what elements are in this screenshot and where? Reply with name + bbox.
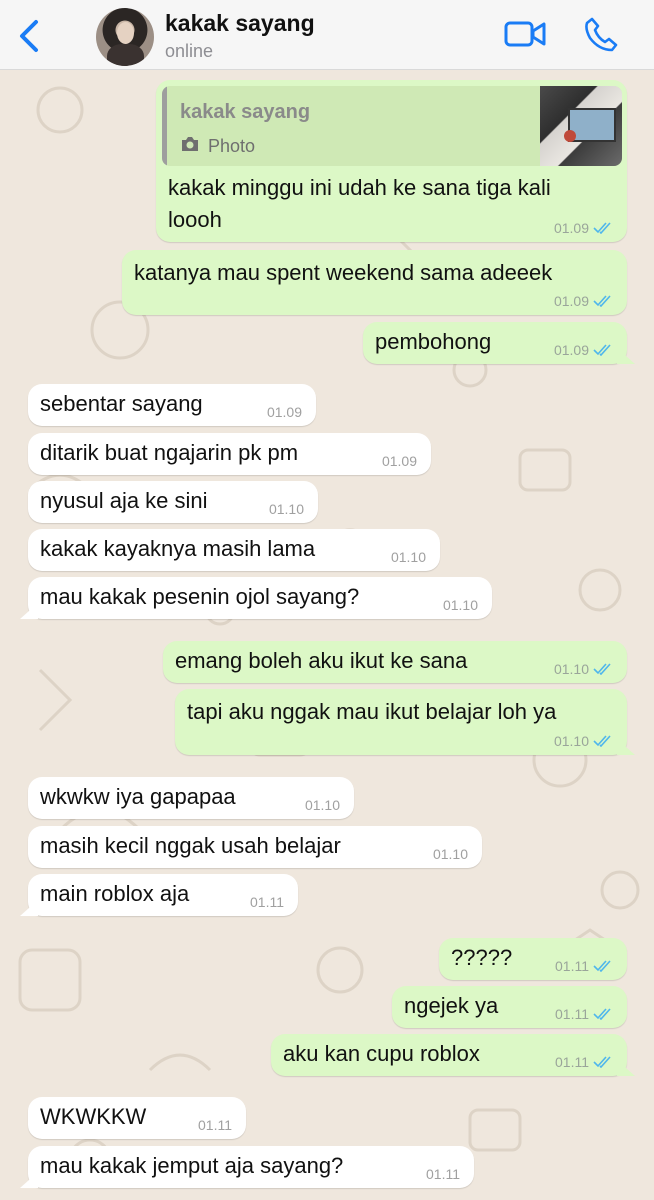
message-text: ditarik buat ngajarin pk pm	[40, 440, 299, 465]
message-bubble-incoming[interactable]: main roblox aja 01.11	[28, 874, 298, 916]
message-meta: 01.09	[554, 220, 613, 236]
message-time: 01.10	[268, 501, 304, 517]
message-meta: 01.10	[391, 549, 426, 565]
message-bubble-outgoing[interactable]: ????? 01.11	[439, 938, 627, 980]
message-bubble-outgoing[interactable]: pembohong 01.09	[363, 322, 627, 364]
contact-status: online	[165, 41, 214, 61]
message-meta: 01.10	[433, 846, 468, 862]
message-text-line2: loooh	[168, 207, 222, 232]
read-ticks-icon	[593, 344, 611, 356]
message-meta: 01.09	[267, 404, 302, 420]
message-meta: 01.11	[426, 1166, 460, 1182]
message-meta: 01.10	[305, 797, 340, 813]
message-text: nyusul aja ke sini	[40, 488, 208, 513]
message-text: WKWKKW	[40, 1104, 147, 1129]
read-ticks-icon	[593, 1008, 611, 1020]
message-time: 01.11	[555, 1054, 589, 1070]
quoted-type-label: Photo	[208, 136, 256, 156]
message-bubble-incoming[interactable]: mau kakak pesenin ojol sayang? 01.10	[28, 577, 492, 619]
message-time: 01.09	[266, 404, 302, 420]
message-meta: 01.09	[554, 342, 613, 358]
message-text: pembohong	[375, 329, 492, 354]
message-bubble-incoming[interactable]: masih kecil nggak usah belajar 01.10	[28, 826, 482, 868]
read-ticks-icon	[593, 295, 611, 307]
message-text: katanya mau spent weekend sama adeeek	[134, 260, 553, 285]
message-bubble-outgoing[interactable]: emang boleh aku ikut ke sana 01.10	[163, 641, 627, 683]
message-meta: 01.11	[198, 1117, 232, 1133]
message-meta: 01.10	[554, 661, 613, 677]
message-time: 01.11	[555, 958, 589, 974]
message-time: 01.10	[553, 733, 589, 749]
message-text: ngejek ya	[404, 993, 499, 1018]
message-time: 01.11	[250, 894, 284, 910]
quoted-type: Photo	[180, 130, 255, 162]
quoted-photo-thumbnail	[540, 86, 622, 166]
message-text: mau kakak pesenin ojol sayang?	[40, 584, 360, 609]
message-meta: 01.10	[269, 501, 304, 517]
phone-call-icon[interactable]	[584, 16, 618, 52]
message-text: mau kakak jemput aja sayang?	[40, 1153, 344, 1178]
message-meta: 01.09	[382, 453, 417, 469]
message-time: 01.11	[198, 1117, 232, 1133]
message-time: 01.10	[442, 597, 478, 613]
message-text: masih kecil nggak usah belajar	[40, 833, 341, 858]
back-chevron-icon[interactable]	[16, 18, 46, 54]
quoted-message[interactable]: kakak sayang Photo	[162, 86, 622, 166]
message-meta: 01.09	[554, 293, 613, 309]
message-text: aku kan cupu roblox	[283, 1041, 480, 1066]
message-bubble-incoming[interactable]: ditarik buat ngajarin pk pm 01.09	[28, 433, 431, 475]
message-meta: 01.11	[555, 1006, 613, 1022]
read-ticks-icon	[593, 735, 611, 747]
message-bubble-incoming[interactable]: wkwkw iya gapapaa 01.10	[28, 777, 354, 819]
message-bubble-incoming[interactable]: WKWKKW 01.11	[28, 1097, 246, 1139]
read-ticks-icon	[593, 960, 611, 972]
message-bubble-incoming[interactable]: sebentar sayang 01.09	[28, 384, 316, 426]
message-text: emang boleh aku ikut ke sana	[175, 648, 468, 673]
message-bubble-incoming[interactable]: nyusul aja ke sini 01.10	[28, 481, 318, 523]
message-text: ?????	[451, 945, 513, 970]
message-meta: 01.11	[250, 894, 284, 910]
message-text: main roblox aja	[40, 881, 190, 906]
message-text: sebentar sayang	[40, 391, 203, 416]
message-time: 01.10	[432, 846, 468, 862]
message-time: 01.10	[304, 797, 340, 813]
read-ticks-icon	[593, 663, 611, 675]
message-meta: 01.10	[554, 733, 613, 749]
message-time: 01.09	[381, 453, 417, 469]
video-call-icon[interactable]	[504, 19, 546, 49]
message-time: 01.09	[553, 293, 589, 309]
message-time: 01.11	[426, 1166, 460, 1182]
read-ticks-icon	[593, 1056, 611, 1068]
contact-avatar[interactable]	[96, 8, 154, 66]
message-text: kakak kayaknya masih lama	[40, 536, 316, 561]
camera-icon	[180, 130, 200, 162]
message-meta: 01.10	[443, 597, 478, 613]
message-time: 01.09	[553, 220, 589, 236]
message-bubble-outgoing[interactable]: kakak sayang Photo kakak minggu ini udah…	[156, 80, 627, 242]
message-text: kakak minggu ini udah ke sana tiga kali	[168, 175, 551, 200]
message-meta: 01.11	[555, 958, 613, 974]
message-bubble-incoming[interactable]: kakak kayaknya masih lama 01.10	[28, 529, 440, 571]
message-time: 01.09	[553, 342, 589, 358]
message-time: 01.11	[555, 1006, 589, 1022]
read-ticks-icon	[593, 222, 611, 234]
message-bubble-outgoing[interactable]: ngejek ya 01.11	[392, 986, 627, 1028]
contact-name[interactable]: kakak sayang	[165, 10, 315, 37]
message-bubble-incoming[interactable]: mau kakak jemput aja sayang? 01.11	[28, 1146, 474, 1188]
quoted-sender: kakak sayang	[180, 101, 311, 123]
message-bubble-outgoing[interactable]: aku kan cupu roblox 01.11	[271, 1034, 627, 1076]
message-time: 01.10	[390, 549, 426, 565]
message-text: wkwkw iya gapapaa	[40, 784, 236, 809]
message-bubble-outgoing[interactable]: tapi aku nggak mau ikut belajar loh ya 0…	[175, 689, 627, 755]
message-bubble-outgoing[interactable]: katanya mau spent weekend sama adeeek 01…	[122, 250, 627, 315]
chat-header: kakak sayang online	[0, 0, 654, 70]
message-text: tapi aku nggak mau ikut belajar loh ya	[187, 699, 557, 724]
message-meta: 01.11	[555, 1054, 613, 1070]
message-time: 01.10	[553, 661, 589, 677]
